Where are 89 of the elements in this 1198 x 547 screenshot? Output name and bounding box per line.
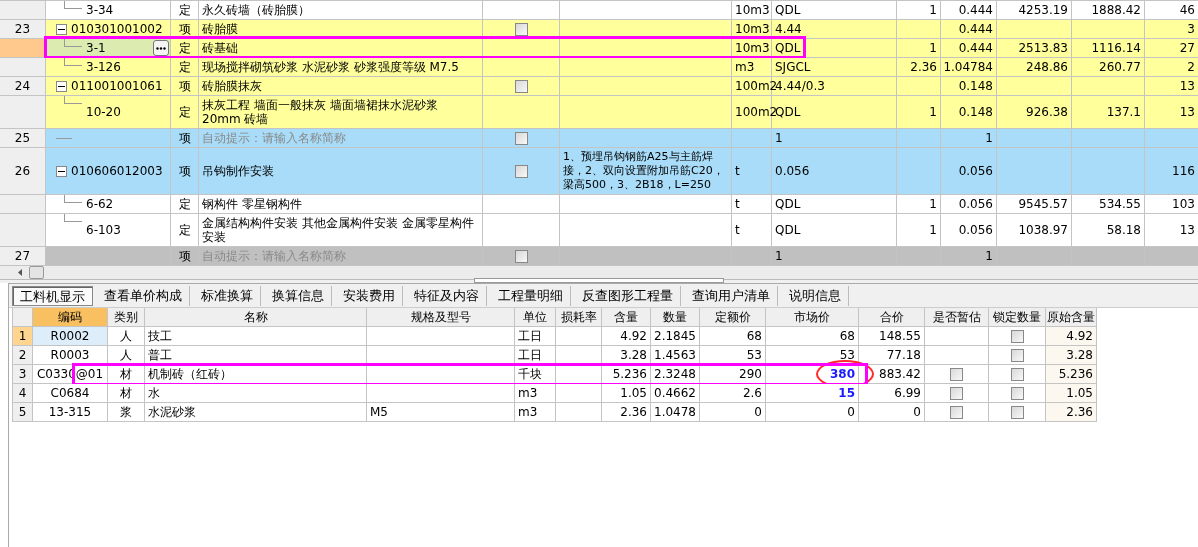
tab[interactable]: 换算信息: [265, 285, 332, 306]
category-cell: 人: [108, 346, 145, 365]
row-number: 4: [13, 384, 33, 403]
table-row[interactable]: 3-1 定 砖基础 10m3 QDL 1 0.444 2513.83 1116.14 27: [0, 39, 1198, 58]
scroll-left-icon[interactable]: [18, 269, 23, 276]
column-header[interactable]: 编码: [33, 308, 108, 327]
collapse-icon[interactable]: [56, 165, 67, 177]
item-code: 011001001061: [71, 78, 163, 95]
collapse-icon[interactable]: [56, 80, 67, 92]
total-cell: 0: [859, 403, 925, 422]
item-code: 010301001002: [71, 21, 163, 38]
row-number: 3: [13, 365, 33, 384]
checkbox[interactable]: [1010, 405, 1024, 419]
checkbox[interactable]: [950, 367, 963, 381]
row-number: 27: [0, 247, 46, 266]
quota-price-cell: 53: [700, 346, 766, 365]
tab[interactable]: 工料机显示: [12, 285, 93, 306]
checkbox[interactable]: [1010, 367, 1024, 381]
tab[interactable]: 特征及内容: [407, 285, 487, 306]
quantity-cell: 1.4563: [651, 346, 700, 365]
tab[interactable]: 标准换算: [194, 285, 261, 306]
unit-cell: m3: [515, 403, 556, 422]
loss-rate-cell: [556, 403, 602, 422]
checkbox[interactable]: [514, 249, 528, 263]
category-cell: 浆: [108, 403, 145, 422]
row-number: 24: [0, 77, 46, 96]
table-row[interactable]: 25 项 自动提示：请输入名称简称 1 1: [0, 129, 1198, 148]
item-code: 010606012003: [71, 163, 163, 180]
item-code: 10-20: [86, 104, 121, 121]
item-code: 6-62: [86, 196, 114, 213]
checkbox[interactable]: [514, 22, 528, 36]
market-price-cell: 0: [766, 403, 859, 422]
tree-line: [64, 195, 82, 203]
item-code: 3-34: [86, 2, 114, 19]
checkbox[interactable]: [514, 79, 528, 93]
horizontal-scrollbar[interactable]: [0, 266, 1198, 280]
scroll-thumb[interactable]: [29, 266, 44, 279]
dots-icon: [156, 46, 166, 50]
tree-line: [64, 214, 82, 222]
spec-cell: M5: [367, 403, 515, 422]
original-content-cell: 4.92: [1046, 327, 1097, 346]
item-code: 3-1: [86, 40, 106, 57]
tree-line: [64, 1, 82, 9]
table-row[interactable]: 3-126 定 现场搅拌砌筑砂浆 水泥砂浆 砂浆强度等级 M7.5 m3 SJGCL 2.36 1.04784 248.86 260.77 2: [0, 58, 1198, 77]
table-row[interactable]: 24 011001001061 项 砖胎膜抹灰 100m24.44/0.3 0.148 13: [0, 77, 1198, 96]
original-content-cell: 1.05: [1046, 384, 1097, 403]
item-code: 3-126: [86, 59, 121, 76]
item-code: 6-103: [86, 222, 121, 239]
table-row[interactable]: 3-34 定 永久砖墙（砖胎膜） 10m3 QDL 1 0.444 4253.19 1888.42 46: [0, 1, 1198, 20]
checkbox[interactable]: [514, 131, 528, 145]
row-number: 26: [0, 148, 46, 195]
row-number: 25: [0, 129, 46, 148]
tree-line: [64, 96, 82, 104]
splitter-handle[interactable]: [474, 278, 724, 283]
tree-line: [64, 39, 82, 47]
row-number: 5: [13, 403, 33, 422]
code-cell: R0002: [33, 327, 108, 346]
table-row[interactable]: 26 010606012003 项 吊钩制作安装 1、预埋吊钩钢筋A25与主筋焊接，2、双向设置附加吊筋C20，梁高500，3、2B18，L=250 t 0.056 0.056 116: [0, 148, 1198, 195]
original-content-cell: 3.28: [1046, 346, 1097, 365]
tree-line: [64, 58, 82, 66]
checkbox[interactable]: [514, 164, 528, 178]
tab[interactable]: 工程量明细: [491, 285, 571, 306]
original-content-cell: 5.236: [1046, 365, 1097, 384]
checkbox[interactable]: [950, 405, 963, 419]
unit-cell: 工日: [515, 346, 556, 365]
checkbox[interactable]: [1010, 329, 1024, 343]
name-cell: 普工: [145, 346, 367, 365]
original-content-cell: 2.36: [1046, 403, 1097, 422]
content-cell: 2.36: [602, 403, 651, 422]
checkbox[interactable]: [1010, 348, 1024, 362]
row-number: 2: [13, 346, 33, 365]
tree-line: [56, 137, 72, 139]
collapse-icon[interactable]: [56, 23, 67, 35]
row-number: 1: [13, 327, 33, 346]
tab[interactable]: 查询用户清单: [685, 285, 778, 306]
code-cell: 13-315: [33, 403, 108, 422]
row-number: 23: [0, 20, 46, 39]
checkbox[interactable]: [950, 386, 963, 400]
content-cell: 3.28: [602, 346, 651, 365]
quantity-cell: 1.0478: [651, 403, 700, 422]
tab[interactable]: 说明信息: [782, 285, 849, 306]
more-button[interactable]: [153, 40, 169, 56]
checkbox[interactable]: [1010, 386, 1024, 400]
tab[interactable]: 查看单价构成: [97, 285, 190, 306]
quota-price-cell: 0: [700, 403, 766, 422]
tab[interactable]: 反查图形工程量: [575, 285, 681, 306]
name-cell: 水泥砂浆: [145, 403, 367, 422]
tab[interactable]: 安装费用: [336, 285, 403, 306]
table-row[interactable]: 6-62 定 钢构件 零星钢构件 t QDL 1 0.056 9545.57 534.55 103: [0, 195, 1198, 214]
